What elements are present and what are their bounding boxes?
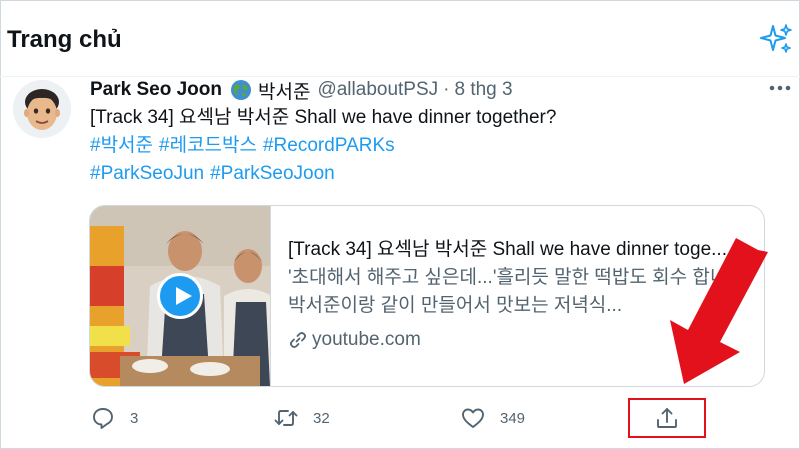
more-options-icon[interactable] [768,80,792,96]
author-korean-name: 박서준 [258,81,311,103]
author-name[interactable]: Park Seo Joon [90,79,222,101]
red-arrow-annotation [670,238,768,384]
hashtag-link[interactable]: #ParkSeoJoon [210,163,335,184]
reply-button[interactable]: 3 [90,398,138,438]
avatar[interactable] [13,80,71,138]
play-icon[interactable] [157,273,203,319]
card-domain-text: youtube.com [312,329,421,350]
home-header: Trang chủ [0,0,800,77]
page-title: Trang chủ [7,26,122,53]
retweet-icon [274,410,298,426]
tweet-timestamp[interactable]: 8 thg 3 [454,79,512,101]
reply-count: 3 [130,409,139,427]
like-button[interactable]: 349 [460,398,525,438]
retweet-count: 32 [313,409,330,427]
sparkle-icon[interactable] [760,22,794,56]
globe-icon [231,80,251,100]
hashtag-line: #박서준 #레코드박스 #RecordPARKs [90,134,401,158]
separator-dot: · [443,79,450,100]
video-thumbnail[interactable] [90,206,271,386]
hashtag-link[interactable]: #ParkSeoJun [90,163,204,184]
reply-icon [93,408,113,429]
link-icon [290,332,306,348]
retweet-button[interactable]: 32 [273,398,330,438]
heart-icon [462,408,484,428]
tweet-text: [Track 34] 요섹남 박서준 Shall we have dinner … [90,107,557,128]
hashtag-link[interactable]: #RecordPARKs [263,135,395,156]
hashtag-link[interactable]: #레코드박스 [159,135,257,156]
author-handle[interactable]: @allaboutPSJ [317,79,438,101]
hashtag-link[interactable]: #박서준 [90,135,153,156]
tweet-header: Park Seo Joon 박서준 @allaboutPSJ · 8 thg 3 [90,76,513,104]
like-count: 349 [500,409,526,427]
hashtag-line: #ParkSeoJun #ParkSeoJoon [90,162,341,186]
share-highlight-box [628,398,706,438]
